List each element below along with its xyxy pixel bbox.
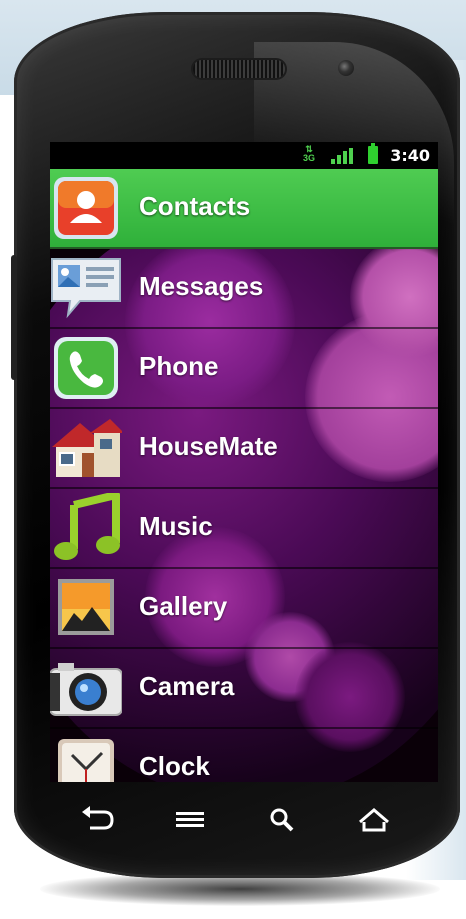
status-time: 3:40 [390,146,430,165]
camera-icon [50,653,123,723]
battery-icon [368,143,378,164]
app-label: Contacts [139,191,251,221]
signal-strength-icon [331,148,353,164]
phone-icon [50,333,122,403]
contacts-icon [50,173,122,243]
app-label: Messages [139,271,264,301]
phone-screen: ⇅ 3G 3:40 Contacts Messages Phone HouseM… [50,142,438,782]
music-note-icon [50,491,122,563]
app-item-clock[interactable]: Clock [50,729,438,782]
navigation-bar [54,792,434,850]
back-icon[interactable] [76,800,120,840]
app-item-housemate[interactable]: HouseMate [50,409,438,489]
app-label: Camera [139,671,235,701]
app-item-contacts[interactable]: Contacts [50,169,438,249]
status-bar: ⇅ 3G 3:40 [50,142,438,169]
volume-button [11,255,17,380]
menu-icon[interactable] [168,800,212,840]
app-item-phone[interactable]: Phone [50,329,438,409]
network-3g-icon: ⇅ 3G [302,144,315,163]
clock-icon [50,733,122,782]
gallery-icon [50,573,122,643]
app-item-music[interactable]: Music [50,489,438,569]
earpiece-speaker [193,60,285,78]
app-label: Music [139,511,213,541]
app-label: HouseMate [139,431,278,461]
app-item-camera[interactable]: Camera [50,649,438,729]
front-camera [338,60,354,76]
search-icon[interactable] [260,800,304,840]
home-icon[interactable] [352,800,396,840]
app-item-gallery[interactable]: Gallery [50,569,438,649]
app-item-messages[interactable]: Messages [50,249,438,329]
messages-icon [50,253,122,323]
app-label: Clock [139,751,210,781]
app-list: Contacts Messages Phone HouseMate Music … [50,169,438,782]
app-label: Gallery [139,591,228,621]
app-label: Phone [139,351,219,381]
house-icon [50,413,124,483]
